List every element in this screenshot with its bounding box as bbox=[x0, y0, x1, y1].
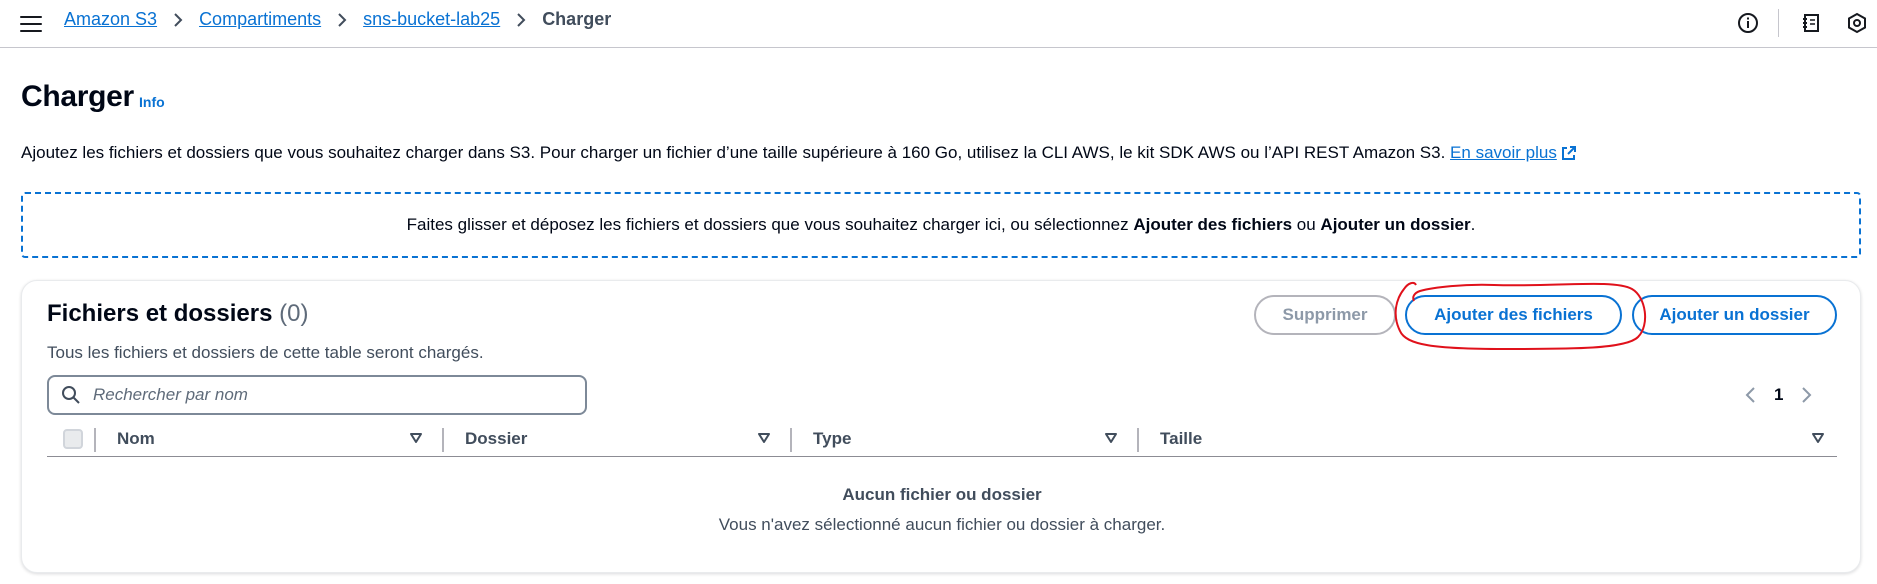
search-input[interactable] bbox=[91, 384, 551, 406]
dropzone-text-or: ou bbox=[1296, 215, 1316, 234]
empty-state-text: Vous n'avez sélectionné aucun fichier ou… bbox=[718, 515, 1166, 534]
column-separator bbox=[790, 428, 792, 452]
current-page-number[interactable]: 1 bbox=[1774, 385, 1783, 405]
top-navigation-bar: Amazon S3 Compartiments sns-bucket-lab25… bbox=[0, 0, 1877, 48]
description-text: Ajoutez les fichiers et dossiers que vou… bbox=[21, 143, 1446, 162]
external-link-icon bbox=[1561, 145, 1577, 166]
toolbar-divider bbox=[1778, 9, 1779, 37]
panel-subtitle: Tous les fichiers et dossiers de cette t… bbox=[47, 343, 484, 362]
dropzone-text: Faites glisser et déposez les fichiers e… bbox=[406, 215, 1129, 234]
notebook-icon[interactable] bbox=[1797, 9, 1825, 37]
sort-caret-icon[interactable] bbox=[1104, 432, 1118, 444]
page-description: Ajoutez les fichiers et dossiers que vou… bbox=[21, 143, 1577, 166]
panel-title-text: Fichiers et dossiers bbox=[47, 300, 273, 327]
chevron-right-icon bbox=[173, 12, 183, 28]
sort-caret-icon[interactable] bbox=[1811, 432, 1825, 444]
breadcrumb-current: Charger bbox=[542, 9, 612, 29]
search-icon bbox=[61, 385, 81, 405]
settings-hexagon-icon[interactable] bbox=[1843, 9, 1871, 37]
search-field[interactable] bbox=[47, 375, 587, 415]
panel-item-count: (0) bbox=[279, 300, 309, 327]
next-page-icon[interactable] bbox=[1795, 383, 1819, 407]
sort-caret-icon[interactable] bbox=[757, 432, 771, 444]
delete-button[interactable]: Supprimer bbox=[1254, 295, 1396, 335]
pagination: 1 bbox=[1738, 383, 1819, 407]
breadcrumb-bucket[interactable]: sns-bucket-lab25 bbox=[363, 9, 500, 30]
menu-icon[interactable] bbox=[20, 13, 42, 33]
column-separator bbox=[442, 428, 444, 452]
column-header-nom[interactable]: Nom bbox=[117, 429, 155, 449]
previous-page-icon[interactable] bbox=[1738, 383, 1762, 407]
dropzone-text-end: . bbox=[1470, 215, 1476, 234]
column-separator bbox=[1137, 428, 1139, 452]
column-header-taille[interactable]: Taille bbox=[1160, 429, 1202, 449]
learn-more-link[interactable]: En savoir plus bbox=[1450, 143, 1577, 162]
table-header: Nom Dossier Type Taille bbox=[47, 423, 1837, 457]
column-separator bbox=[94, 428, 96, 452]
add-folder-button[interactable]: Ajouter un dossier bbox=[1632, 295, 1837, 335]
top-right-tools bbox=[1716, 9, 1877, 37]
column-header-dossier[interactable]: Dossier bbox=[465, 429, 527, 449]
chevron-right-icon bbox=[337, 12, 347, 28]
column-header-type[interactable]: Type bbox=[813, 429, 851, 449]
drop-zone[interactable]: Faites glisser et déposez les fichiers e… bbox=[21, 192, 1861, 258]
info-link[interactable]: Info bbox=[139, 94, 165, 110]
dropzone-bold-add-files: Ajouter des fichiers bbox=[1133, 215, 1293, 234]
breadcrumb: Amazon S3 Compartiments sns-bucket-lab25… bbox=[64, 9, 611, 30]
files-and-folders-panel: Fichiers et dossiers (0) Tous les fichie… bbox=[21, 280, 1861, 573]
breadcrumb-compartiments[interactable]: Compartiments bbox=[199, 9, 321, 30]
breadcrumb-amazon-s3[interactable]: Amazon S3 bbox=[64, 9, 157, 30]
empty-state-title: Aucun fichier ou dossier bbox=[842, 485, 1042, 504]
info-circle-icon[interactable] bbox=[1734, 9, 1762, 37]
dropzone-bold-add-folder: Ajouter un dossier bbox=[1320, 215, 1471, 234]
panel-title: Fichiers et dossiers (0) bbox=[47, 300, 308, 328]
add-files-button[interactable]: Ajouter des fichiers bbox=[1405, 295, 1622, 335]
select-all-checkbox[interactable] bbox=[63, 429, 83, 449]
sort-caret-icon[interactable] bbox=[409, 432, 423, 444]
chevron-right-icon bbox=[516, 12, 526, 28]
page-title: Charger bbox=[21, 80, 134, 113]
